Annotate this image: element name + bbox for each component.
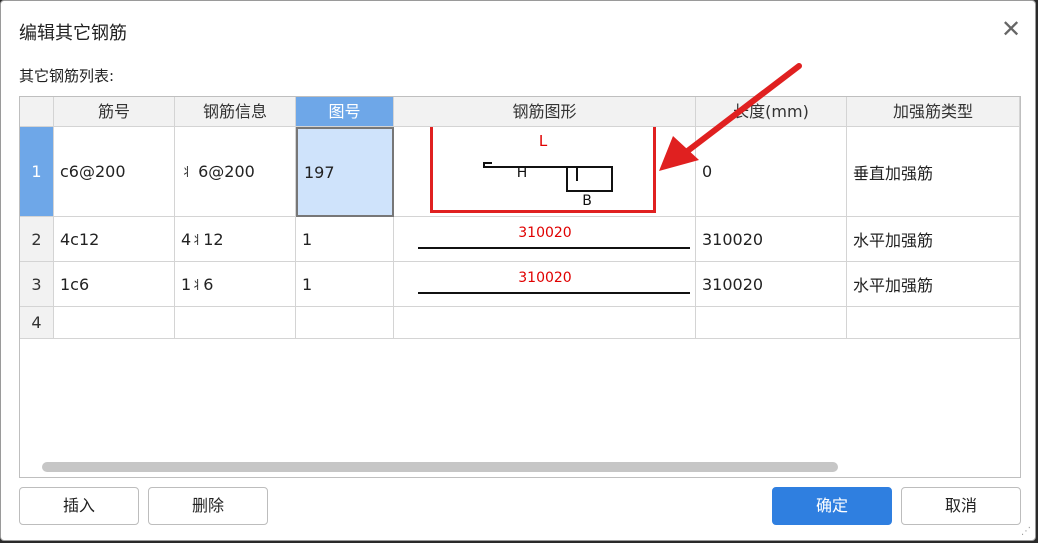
row-number[interactable]: 2 [20,217,54,262]
cancel-button[interactable]: 取消 [901,487,1021,525]
cell-info[interactable] [175,307,296,339]
col-header-type[interactable]: 加强筋类型 [847,97,1020,127]
rebar-table: 筋号 钢筋信息 图号 钢筋图形 长度(mm) 加强筋类型 1 c6@200 丬 … [19,96,1021,478]
cell-shape[interactable]: 310020 [394,217,696,262]
cell-tuhao[interactable]: 1 [296,262,394,307]
arrow-shaft [678,63,802,159]
rebar-grade-symbol: 丬 [191,232,204,247]
col-header-info[interactable]: 钢筋信息 [175,97,296,127]
edit-other-rebar-dialog: 编辑其它钢筋 ✕ 其它钢筋列表: 筋号 钢筋信息 图号 钢筋图形 长度(mm) … [0,0,1036,541]
col-header-tuhao[interactable]: 图号 [296,97,394,127]
arrow-head [659,136,699,171]
straight-rebar-line [418,292,690,294]
cell-type[interactable] [847,307,1020,339]
cell-info-prefix: 4 [181,229,192,249]
cell-info-text: 6@200 [193,162,255,181]
cell-jinhao[interactable]: 1c6 [54,262,175,307]
shape-label-B: B [582,193,592,209]
insert-button[interactable]: 插入 [19,487,139,525]
cell-length[interactable]: 310020 [696,217,847,262]
shape-length-label: 310020 [518,270,572,286]
cell-info-text: 6 [203,274,214,294]
cell-tuhao[interactable]: 1 [296,217,394,262]
row-number[interactable]: 1 [20,127,54,217]
rebar-shape-line [483,162,613,192]
cell-tuhao-selected[interactable]: 197 [296,127,394,217]
horizontal-scrollbar[interactable] [42,462,838,472]
shape-label-L: L [539,132,548,150]
straight-rebar-line [418,247,690,249]
col-header-jinhao[interactable]: 筋号 [54,97,175,127]
ok-button[interactable]: 确定 [772,487,892,525]
cell-jinhao[interactable]: 4c12 [54,217,175,262]
cell-tuhao[interactable] [296,307,394,339]
shape-length-label: 310020 [518,225,572,241]
rebar-list-label: 其它钢筋列表: [19,67,115,85]
table-corner [20,97,54,127]
delete-button[interactable]: 删除 [148,487,268,525]
rebar-shape-diagram: L H B [430,127,656,213]
cell-type[interactable]: 水平加强筋 [847,262,1020,307]
cell-info[interactable]: 丬 6@200 [175,127,296,217]
row-number[interactable]: 4 [20,307,54,339]
dialog-title: 编辑其它钢筋 [19,23,127,44]
cell-info[interactable]: 1丬6 [175,262,296,307]
cell-info[interactable]: 4 丬 12 [175,217,296,262]
red-arrow-annotation [659,63,802,171]
resize-grip-icon[interactable]: ⋰ [1021,526,1031,537]
row-number[interactable]: 3 [20,262,54,307]
cell-shape[interactable]: 310020 [394,262,696,307]
rebar-grade-symbol: 丬 [181,165,194,179]
cell-type[interactable]: 垂直加强筋 [847,127,1020,217]
cell-type[interactable]: 水平加强筋 [847,217,1020,262]
cell-info-text: 12 [203,229,224,249]
cell-jinhao[interactable]: c6@200 [54,127,175,217]
cell-shape[interactable] [394,307,696,339]
cell-info-prefix: 1 [181,274,192,294]
cell-length[interactable]: 310020 [696,262,847,307]
rebar-grade-symbol: 丬 [191,277,204,292]
cell-jinhao[interactable] [54,307,175,339]
cell-length[interactable] [696,307,847,339]
close-icon[interactable]: ✕ [997,15,1025,43]
